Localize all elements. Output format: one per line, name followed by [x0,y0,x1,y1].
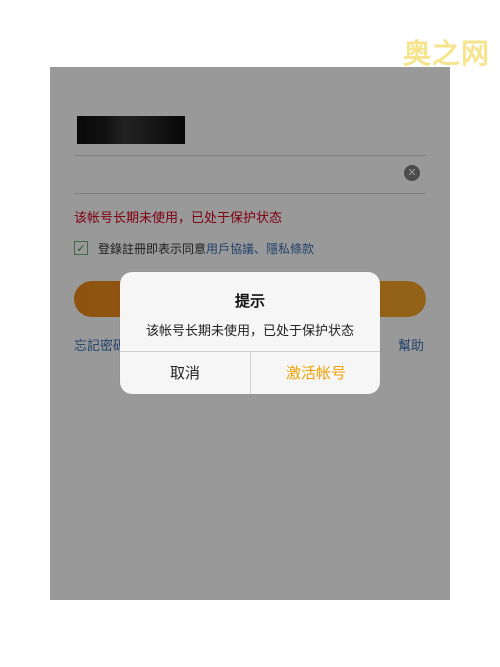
alert-message: 该帐号长期未使用，已处于保护状态 [145,324,354,339]
cancel-button[interactable]: 取消 [120,352,250,394]
activate-account-button[interactable]: 激活帐号 [251,352,380,394]
alert-title: 提示 [234,292,265,310]
alert-dialog: 提示 该帐号长期未使用，已处于保护状态 取消 激活帐号 [120,272,380,394]
watermark-logo: 奥之网 [402,37,490,70]
